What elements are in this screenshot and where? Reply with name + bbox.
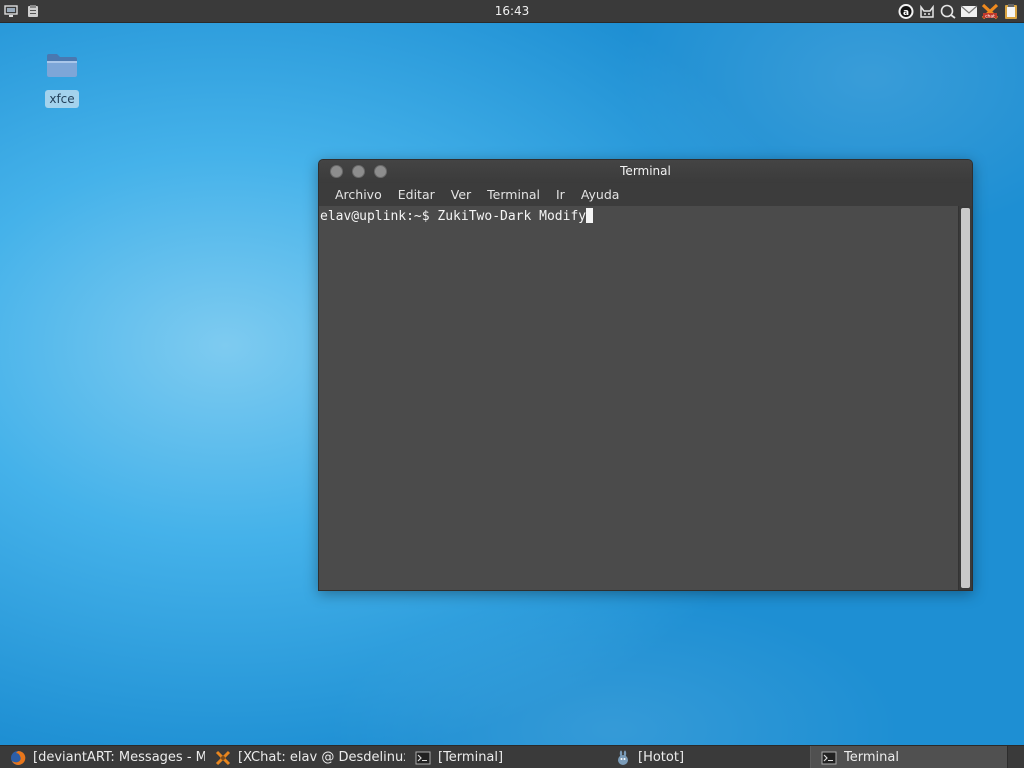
- firefox-icon: [10, 750, 26, 766]
- menu-ver[interactable]: Ver: [443, 183, 479, 206]
- chat-bubble-icon[interactable]: [939, 3, 957, 20]
- hotot-icon: [615, 750, 631, 766]
- menu-editar[interactable]: Editar: [390, 183, 443, 206]
- terminal-icon: [821, 750, 837, 766]
- task-label: [XChat: elav @ Desdelinux /...: [238, 750, 405, 765]
- task-label: [Hotot]: [638, 750, 685, 765]
- task-label: [Terminal]: [438, 750, 504, 765]
- task-label: Terminal: [844, 750, 899, 765]
- task-label: [deviantART: Messages - M...: [33, 750, 205, 765]
- monitor-icon[interactable]: [4, 4, 18, 18]
- terminal-line: elav@uplink:~$ ZukiTwo-Dark Modify: [320, 208, 594, 224]
- menu-ir[interactable]: Ir: [548, 183, 573, 206]
- task-terminal-minimized[interactable]: [Terminal]: [405, 746, 605, 768]
- top-panel: 16:43 a chat: [0, 0, 1024, 23]
- xchat-icon: [215, 750, 231, 766]
- panel-launchers: [4, 4, 40, 18]
- folder-icon: [46, 52, 78, 78]
- taskbar: [deviantART: Messages - M... [XChat: ela…: [0, 745, 1024, 768]
- svg-text:chat: chat: [985, 14, 995, 20]
- window-title: Terminal: [620, 164, 671, 178]
- task-terminal-active[interactable]: Terminal: [810, 746, 1008, 768]
- menu-ayuda[interactable]: Ayuda: [573, 183, 628, 206]
- clipboard-icon[interactable]: [1002, 3, 1020, 20]
- window-titlebar[interactable]: Terminal: [319, 160, 972, 183]
- menu-terminal[interactable]: Terminal: [479, 183, 548, 206]
- terminal-window: Terminal Archivo Editar Ver Terminal Ir …: [318, 159, 973, 591]
- mail-icon[interactable]: [960, 3, 978, 20]
- task-deviantart[interactable]: [deviantART: Messages - M...: [0, 746, 205, 768]
- desktop-folder-xfce[interactable]: xfce: [44, 52, 80, 108]
- menubar: Archivo Editar Ver Terminal Ir Ayuda: [319, 183, 972, 206]
- desktop-icon-label: xfce: [45, 90, 79, 108]
- pidgin-a-icon[interactable]: a: [897, 3, 915, 20]
- clock[interactable]: 16:43: [495, 4, 530, 18]
- text-cursor: [586, 208, 594, 223]
- scrollbar[interactable]: [958, 206, 972, 590]
- terminal-output[interactable]: elav@uplink:~$ ZukiTwo-Dark Modify: [319, 206, 972, 590]
- terminal-command: ZukiTwo-Dark Modify: [437, 209, 587, 224]
- system-tray: a chat: [897, 3, 1020, 20]
- task-hotot[interactable]: [Hotot]: [605, 746, 810, 768]
- xchat-icon[interactable]: chat: [981, 3, 999, 20]
- scrollbar-thumb[interactable]: [961, 208, 970, 588]
- terminal-prompt: elav@uplink:~$: [320, 209, 438, 224]
- cat-icon[interactable]: [918, 3, 936, 20]
- task-xchat[interactable]: [XChat: elav @ Desdelinux /...: [205, 746, 405, 768]
- clipboard-app-icon[interactable]: [26, 4, 40, 18]
- menu-archivo[interactable]: Archivo: [327, 183, 390, 206]
- terminal-icon: [415, 750, 431, 766]
- svg-text:a: a: [903, 8, 909, 18]
